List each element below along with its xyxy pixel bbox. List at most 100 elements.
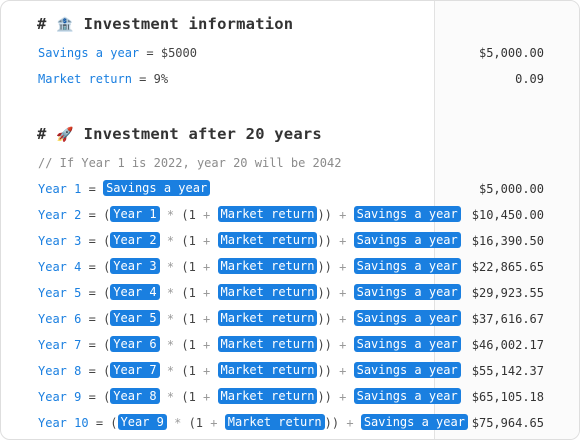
year-formula-line[interactable]: Year 2 = (Year 1 * (1 + Market return)) … [38,205,461,225]
savings-token[interactable]: Savings a year [353,310,461,326]
year-result: $29,923.55 [471,286,544,300]
open-paren: ( [110,416,118,430]
year-formula-line[interactable]: Year 4 = (Year 3 * (1 + Market return)) … [38,257,461,277]
savings-token[interactable]: Savings a year [353,206,461,222]
hash-mark: # [37,125,57,143]
savings-expression: $5000 [160,46,197,60]
year-variable: Year 1 [38,182,82,196]
plus-operator: + [339,286,347,300]
year-formula-line[interactable]: Year 6 = (Year 5 * (1 + Market return)) … [38,309,461,329]
year-result: $22,865.65 [471,260,544,274]
savings-token[interactable]: Savings a year [353,232,461,248]
equals-sign: = [146,46,154,60]
previous-year-token[interactable]: Year 1 [110,206,160,222]
previous-year-token[interactable]: Year 5 [110,310,160,326]
heading-text: Investment information [83,15,294,33]
previous-year-token[interactable]: Year 9 [117,414,167,430]
market-return-token[interactable]: Market return [217,336,318,352]
equals-sign: = [88,234,96,248]
savings-token[interactable]: Savings a year [103,180,211,196]
market-return-token[interactable]: Market return [224,414,325,430]
savings-token[interactable]: Savings a year [353,336,461,352]
multiply-operator: * [166,260,175,274]
year-result: $16,390.50 [471,234,544,248]
year-formula-line[interactable]: Year 5 = (Year 4 * (1 + Market return)) … [38,283,461,303]
close-parens: )) [317,286,332,300]
year-result: $65,105.18 [471,390,544,404]
year-variable: Year 2 [38,208,82,222]
previous-year-token[interactable]: Year 8 [110,388,160,404]
savings-token[interactable]: Savings a year [353,388,461,404]
year-variable: Year 6 [38,312,82,326]
savings-token[interactable]: Savings a year [353,258,461,274]
plus-operator: + [203,364,211,378]
year-formula-line[interactable]: Year 3 = (Year 2 * (1 + Market return)) … [38,231,461,251]
year-formula-line[interactable]: Year 9 = (Year 8 * (1 + Market return)) … [38,387,461,407]
year-variable: Year 7 [38,338,82,352]
plus-operator: + [339,338,347,352]
open-paren: (1 [188,416,204,430]
plus-operator: + [203,390,211,404]
savings-line[interactable]: Savings a year = $5000 [38,43,197,63]
year-1-line[interactable]: Year 1 = Savings a year [38,179,211,199]
heading-investment-information[interactable]: # 🏦 Investment information [37,14,293,34]
market-return-token[interactable]: Market return [217,310,318,326]
open-paren: ( [103,390,111,404]
plus-operator: + [203,338,211,352]
plus-operator: + [210,416,218,430]
open-paren: ( [103,286,111,300]
year-1-result: $5,000.00 [478,182,544,196]
plus-operator: + [203,234,211,248]
close-parens: )) [317,208,332,222]
year-variable: Year 9 [38,390,82,404]
market-return-token[interactable]: Market return [217,232,318,248]
market-line[interactable]: Market return = 9% [38,69,168,89]
savings-token[interactable]: Savings a year [360,414,468,430]
savings-variable: Savings a year [38,46,140,60]
year-formula-line[interactable]: Year 10 = (Year 9 * (1 + Market return))… [38,413,468,433]
savings-token[interactable]: Savings a year [353,362,461,378]
year-formula-line[interactable]: Year 8 = (Year 7 * (1 + Market return)) … [38,361,461,381]
equals-sign: = [139,72,147,86]
equals-sign: = [88,208,96,222]
year-variable: Year 10 [38,416,89,430]
market-return-token[interactable]: Market return [217,388,318,404]
plus-operator: + [339,390,347,404]
year-formula-line[interactable]: Year 7 = (Year 6 * (1 + Market return)) … [38,335,461,355]
previous-year-token[interactable]: Year 3 [110,258,160,274]
market-return-token[interactable]: Market return [217,362,318,378]
previous-year-token[interactable]: Year 4 [110,284,160,300]
year-result: $55,142.37 [471,364,544,378]
market-result: 0.09 [515,72,544,86]
market-return-token[interactable]: Market return [217,284,318,300]
open-paren: (1 [181,208,196,222]
savings-token[interactable]: Savings a year [353,284,461,300]
close-parens: )) [317,364,332,378]
market-return-token[interactable]: Market return [217,206,318,222]
heading-investment-after[interactable]: # 🚀 Investment after 20 years [37,124,322,144]
previous-year-token[interactable]: Year 7 [110,362,160,378]
market-return-token[interactable]: Market return [217,258,318,274]
open-paren: (1 [181,390,196,404]
previous-year-token[interactable]: Year 6 [110,336,160,352]
open-paren: (1 [181,364,196,378]
equals-sign: = [88,390,96,404]
comment-line[interactable]: // If Year 1 is 2022, year 20 will be 20… [38,153,341,173]
savings-result: $5,000.00 [478,46,544,60]
equals-sign: = [88,260,96,274]
equals-sign: = [88,286,96,300]
year-variable: Year 8 [38,364,82,378]
rocket-icon: 🚀 [56,127,74,143]
multiply-operator: * [166,234,175,248]
year-result: $37,616.67 [471,312,544,326]
close-parens: )) [317,338,332,352]
year-result: $46,002.17 [471,338,544,352]
plus-operator: + [339,260,347,274]
plus-operator: + [339,312,347,326]
year-variable: Year 5 [38,286,82,300]
year-variable: Year 3 [38,234,82,248]
year-variable: Year 4 [38,260,82,274]
hash-mark: # [37,15,57,33]
previous-year-token[interactable]: Year 2 [110,232,160,248]
plus-operator: + [339,234,347,248]
